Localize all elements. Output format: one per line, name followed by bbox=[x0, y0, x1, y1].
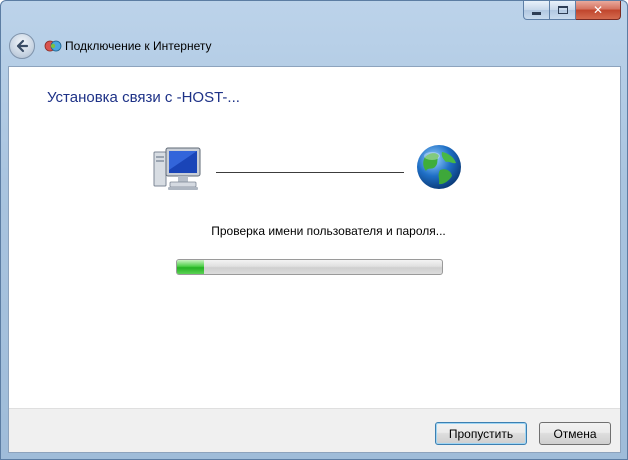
maximize-icon bbox=[557, 6, 568, 14]
globe-icon bbox=[415, 143, 463, 191]
back-button[interactable] bbox=[9, 33, 35, 59]
progress-bar bbox=[176, 259, 443, 275]
minimize-button[interactable] bbox=[523, 1, 550, 20]
maximize-button[interactable] bbox=[550, 1, 576, 20]
progress-fill bbox=[177, 260, 204, 274]
back-arrow-icon bbox=[16, 39, 29, 53]
status-text: Проверка имени пользователя и пароля... bbox=[211, 224, 446, 238]
minimize-icon bbox=[532, 11, 541, 15]
caption-buttons: ✕ bbox=[523, 1, 621, 21]
wizard-content: Установка связи с -HOST-... Проверка име… bbox=[8, 66, 621, 453]
close-button[interactable]: ✕ bbox=[576, 1, 621, 20]
connection-heading: Установка связи с -HOST-... bbox=[47, 89, 240, 106]
cancel-button[interactable]: Отмена bbox=[539, 422, 611, 445]
connection-line bbox=[216, 172, 404, 173]
skip-button[interactable]: Пропустить bbox=[435, 422, 527, 445]
network-connection-icon bbox=[44, 38, 62, 54]
close-icon: ✕ bbox=[592, 3, 604, 17]
page-title: Подключение к Интернету bbox=[65, 39, 212, 53]
button-bar: Пропустить Отмена bbox=[9, 408, 620, 452]
computer-icon bbox=[152, 146, 202, 192]
navigation-bar: Подключение к Интернету bbox=[9, 31, 212, 61]
window-frame: ✕ Подключение к Интернету Установка связ… bbox=[0, 0, 628, 460]
